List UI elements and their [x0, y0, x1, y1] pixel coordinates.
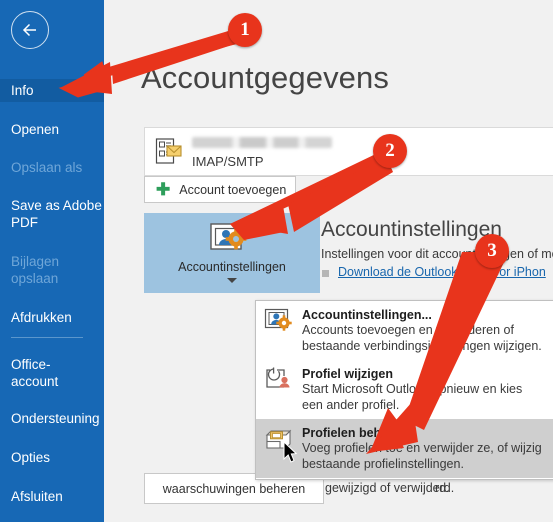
- sidebar-item-save-as-adobe-pdf[interactable]: Save as Adobe PDF: [0, 194, 104, 234]
- mail-account-icon: [154, 136, 184, 171]
- download-outlook-app-link[interactable]: Download de Outlook-app voor iPhon: [338, 265, 546, 279]
- chevron-down-icon[interactable]: [227, 278, 237, 283]
- plus-icon: ✚: [156, 180, 171, 199]
- sidebar-item-bijlagen-opslaan: Bijlagen opslaan: [11, 254, 60, 286]
- section-title-account-settings: Accountinstellingen: [321, 218, 502, 241]
- account-type-label: IMAP/SMTP: [192, 154, 264, 169]
- account-name-redacted: [192, 137, 332, 148]
- menu-item-desc-line1: Accounts toevoegen en verwijderen of: [302, 323, 514, 337]
- account-settings-split-button[interactable]: Accountinstellingen: [144, 213, 320, 293]
- section-text-account-settings: Instellingen voor dit account wijzigen o…: [321, 247, 553, 261]
- menu-item-desc-line1: Voeg profielen toe en verwijder ze, of w…: [302, 441, 542, 455]
- change-profile-icon: [264, 367, 296, 400]
- outlook-backstage-window: Accountgegevens IMAP/SMTP ✚ Account toev…: [0, 0, 553, 522]
- bullet-square-icon: [322, 270, 329, 277]
- page-title: Accountgegevens: [141, 60, 389, 95]
- sidebar-item-opties[interactable]: Opties: [0, 446, 104, 469]
- menu-item-manage-profiles[interactable]: Profielen beheren Voeg profielen toe en …: [256, 419, 553, 478]
- sidebar-item-office-account[interactable]: Office- account: [0, 353, 104, 393]
- back-arrow-icon[interactable]: [11, 11, 49, 49]
- add-account-label: Account toevoegen: [179, 182, 287, 197]
- sidebar-item-info[interactable]: Info: [0, 79, 104, 102]
- menu-item-desc-line2: een ander profiel.: [302, 397, 400, 412]
- menu-item-title: Accountinstellingen...: [302, 308, 432, 322]
- annotation-badge-1: 1: [228, 13, 262, 47]
- sidebar-item-openen[interactable]: Openen: [0, 118, 104, 141]
- menu-item-desc-line2: bestaande verbindingsinstellingen wijzig…: [302, 338, 542, 353]
- sidebar-divider: [11, 337, 83, 338]
- sidebar-item-afsluiten[interactable]: Afsluiten: [0, 485, 104, 508]
- menu-item-change-profile[interactable]: Profiel wijzigen Start Microsoft Outlook…: [256, 360, 553, 419]
- sidebar-item-afdrukken[interactable]: Afdrukken: [0, 306, 104, 329]
- menu-item-desc-line2: bestaande profielinstellingen.: [302, 456, 464, 471]
- add-account-button[interactable]: ✚ Account toevoegen: [144, 176, 296, 203]
- sidebar-item-ondersteuning[interactable]: Ondersteuning: [0, 407, 104, 430]
- sidebar-item-opslaan-als: Opslaan als: [11, 160, 83, 175]
- account-settings-icon: [264, 308, 296, 341]
- menu-item-title: Profielen beheren: [302, 426, 408, 440]
- menu-item-title: Profiel wijzigen: [302, 367, 393, 381]
- section-text-rules-alerts-4: gewijzigd of verwijderd.: [325, 481, 455, 495]
- backstage-sidebar: Info Openen Opslaan als Save as Adobe PD…: [0, 0, 104, 522]
- account-info-box: IMAP/SMTP: [144, 127, 553, 176]
- account-settings-dropdown-menu: Accountinstellingen... Accounts toevoege…: [255, 300, 553, 480]
- annotation-badge-2: 2: [373, 134, 407, 168]
- menu-item-desc-line1: Start Microsoft Outlook opnieuw en kies: [302, 382, 523, 396]
- account-settings-button-label: Accountinstellingen: [178, 260, 286, 274]
- annotation-badge-3: 3: [475, 234, 509, 268]
- menu-item-account-settings[interactable]: Accountinstellingen... Accounts toevoege…: [256, 301, 553, 360]
- mouse-cursor: [283, 441, 298, 463]
